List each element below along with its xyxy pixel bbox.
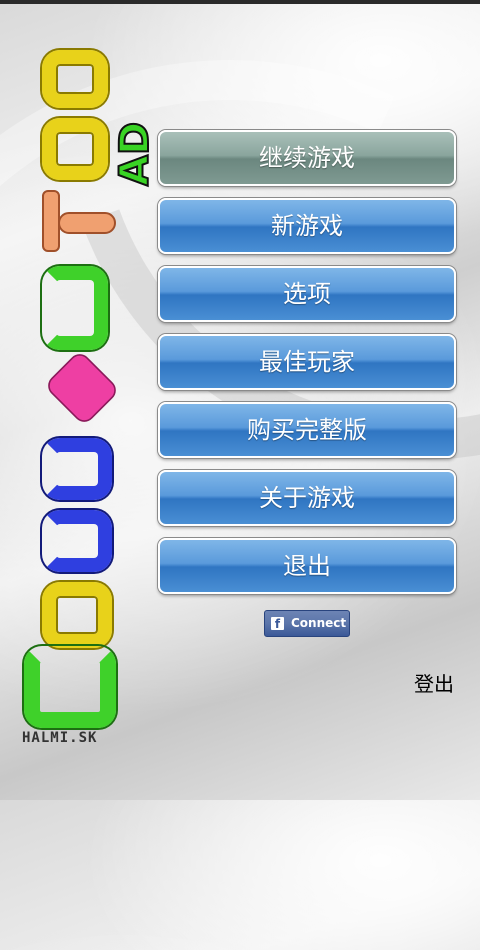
logo-letter-o-1 [42, 50, 108, 108]
high-scores-button[interactable]: 最佳玩家 [158, 334, 456, 390]
logo-letter-e [43, 349, 121, 427]
buy-full-version-button[interactable]: 购买完整版 [158, 402, 456, 458]
options-button[interactable]: 选项 [158, 266, 456, 322]
facebook-connect-label: Connect [291, 616, 347, 630]
game-logo: AD [20, 40, 160, 750]
facebook-icon: f [271, 617, 284, 631]
logout-link[interactable]: 登出 [414, 668, 454, 697]
logo-letter-o-3 [42, 582, 112, 648]
logo-letter-c-2 [24, 646, 116, 728]
logo-credit: HALMI.SK [22, 730, 98, 746]
continue-game-button[interactable]: 继续游戏 [158, 130, 456, 186]
logo-badge-ad: AD [111, 121, 159, 187]
new-game-button[interactable]: 新游戏 [158, 198, 456, 254]
about-game-button[interactable]: 关于游戏 [158, 470, 456, 526]
logo-letter-n-2 [42, 510, 112, 572]
logo-letter-c [42, 266, 108, 350]
logo-letter-n-1 [42, 438, 112, 500]
exit-button[interactable]: 退出 [158, 538, 456, 594]
logo-letter-t [58, 212, 116, 234]
logo-letter-o-2 [42, 118, 108, 180]
facebook-connect-button[interactable]: f Connect [264, 610, 350, 637]
